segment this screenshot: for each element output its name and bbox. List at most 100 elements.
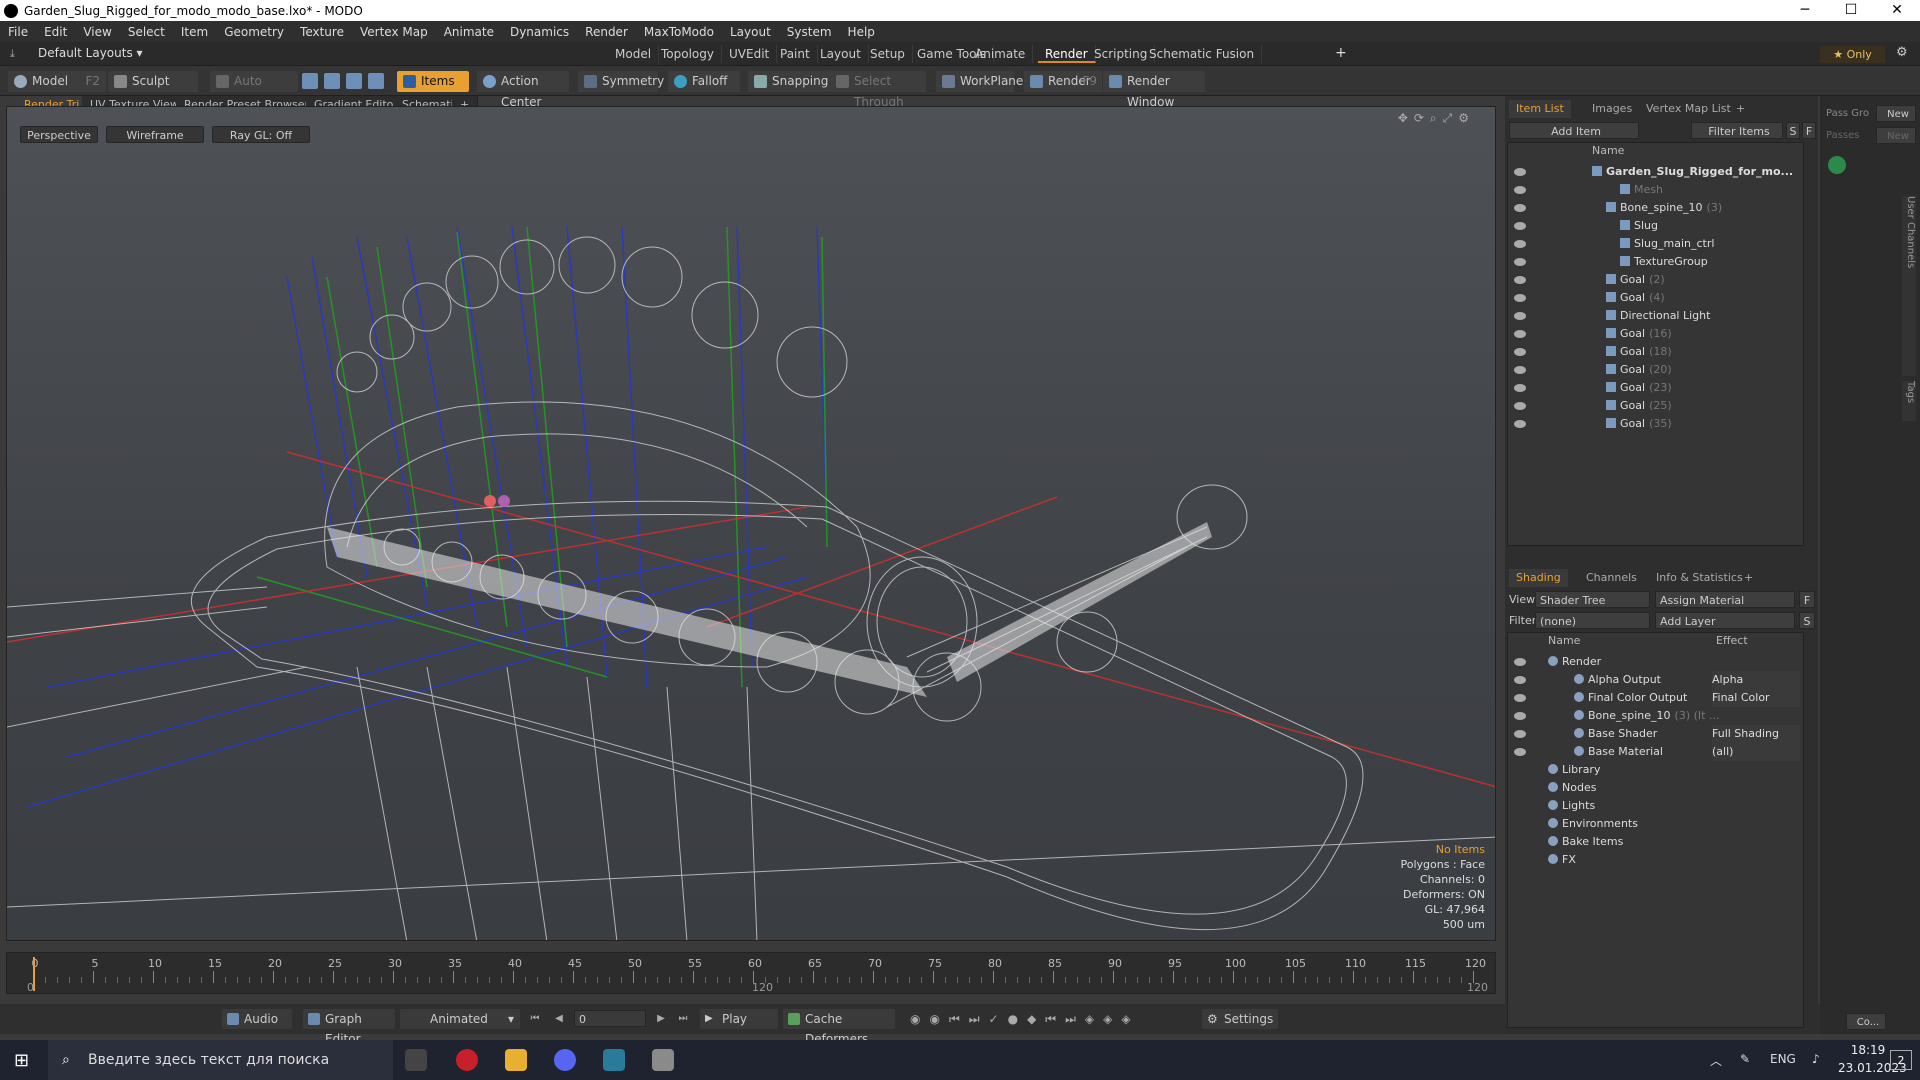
menu-vertex-map[interactable]: Vertex Map — [352, 25, 436, 39]
shader-row[interactable]: Alpha Output — [1574, 671, 1661, 689]
item-tab-item-list[interactable]: Item List — [1509, 100, 1571, 118]
3d-viewport[interactable]: No Items Polygons : Face Channels: 0 Deform… — [6, 106, 1496, 941]
menu-view[interactable]: View — [75, 25, 119, 39]
edge-mode-icon[interactable] — [324, 73, 340, 89]
prev-frame-icon[interactable]: ◀ — [552, 1012, 566, 1026]
item-s-button[interactable]: S — [1786, 122, 1800, 139]
gear-icon[interactable]: ⚙ — [1896, 45, 1908, 60]
frame-input[interactable]: 0 — [574, 1010, 646, 1027]
item-row[interactable]: Bone_spine_10 (3) — [1606, 199, 1722, 217]
timeline[interactable]: 0 5 10 15 20 25 30 35 40 45 50 55 60 65 70 75 80 85 90 95 10… — [6, 952, 1496, 994]
vertex-mode-icon[interactable] — [302, 73, 318, 89]
taskbar-search[interactable]: ⌕ Введите здесь текст для поиска — [48, 1040, 393, 1080]
view-dropdown[interactable]: Shader Tree — [1535, 591, 1650, 608]
shader-row[interactable]: Nodes — [1548, 779, 1596, 797]
item-tab--[interactable]: + — [1729, 100, 1752, 118]
new-pass-group-button[interactable]: New — [1876, 105, 1916, 122]
layout-tab-paint[interactable]: Paint — [773, 45, 818, 63]
symmetry-button[interactable]: Symmetry — [578, 71, 664, 92]
layout-tab-layout[interactable]: Layout — [813, 45, 869, 63]
add-item-dropdown[interactable]: Add Item — [1509, 122, 1639, 139]
visibility-eye-icon[interactable] — [1514, 186, 1526, 194]
item-tab-images[interactable]: Images — [1585, 100, 1639, 118]
shader-row[interactable]: Lights — [1548, 797, 1595, 815]
explorer-icon[interactable] — [505, 1049, 527, 1071]
shader-row[interactable]: Bone_spine_10 (3) (It ... — [1574, 707, 1719, 725]
menu-file[interactable]: File — [0, 25, 36, 39]
menu-render[interactable]: Render — [577, 25, 636, 39]
selection-mode-icons[interactable] — [302, 73, 392, 91]
item-row[interactable]: Directional Light — [1606, 307, 1710, 325]
polygon-mode-icon[interactable] — [346, 73, 362, 89]
render-button[interactable]: Render F9 — [1024, 71, 1102, 92]
auto-select-button[interactable]: Auto Select — [210, 71, 298, 109]
refresh-icon[interactable] — [1828, 156, 1846, 174]
shading-tab-info-statistics[interactable]: Info & Statistics — [1649, 569, 1750, 587]
visibility-eye-icon[interactable] — [1514, 276, 1526, 284]
maximize-button[interactable]: ☐ — [1828, 0, 1874, 21]
item-row[interactable]: Mesh — [1620, 181, 1663, 199]
visibility-eye-icon[interactable] — [1514, 402, 1526, 410]
last-frame-icon[interactable]: ⏭ — [676, 1012, 690, 1026]
wireframe-button[interactable]: Wireframe — [106, 126, 204, 143]
notification-icon[interactable]: 2 — [1890, 1050, 1912, 1070]
visibility-eye-icon[interactable] — [1514, 222, 1526, 230]
menu-layout[interactable]: Layout — [722, 25, 779, 39]
key-tool-icons[interactable]: ◉◉⏮⏭✓●◆⏮⏭◈◈◈ — [910, 1012, 1140, 1027]
select-through-button[interactable]: Select Through — [830, 71, 926, 109]
items-mode-button[interactable]: Items — [397, 71, 469, 92]
menu-animate[interactable]: Animate — [436, 25, 502, 39]
menu-help[interactable]: Help — [840, 25, 883, 39]
shading-f-button[interactable]: F — [1799, 591, 1815, 608]
visibility-eye-icon[interactable] — [1514, 240, 1526, 248]
commands-button[interactable]: Co... — [1846, 1013, 1886, 1030]
menu-item[interactable]: Item — [173, 25, 216, 39]
animated-dropdown[interactable]: Animated ▾ — [400, 1009, 520, 1029]
windows-start-icon[interactable]: ⊞ — [14, 1050, 34, 1071]
item-row[interactable]: Goal (4) — [1606, 289, 1665, 307]
menu-edit[interactable]: Edit — [36, 25, 75, 39]
layout-tab-schematic-fusion[interactable]: Schematic Fusion — [1142, 45, 1263, 63]
clock-date[interactable]: 23.01.2023 — [1838, 1061, 1907, 1075]
item-tab-vertex-map-list[interactable]: Vertex Map List — [1639, 100, 1738, 118]
next-frame-icon[interactable]: ▶ — [654, 1012, 668, 1026]
item-row[interactable]: Slug — [1620, 217, 1658, 235]
item-row[interactable]: Slug_main_ctrl — [1620, 235, 1714, 253]
item-row[interactable]: Goal (25) — [1606, 397, 1672, 415]
visibility-eye-icon[interactable] — [1514, 676, 1526, 684]
layout-tab-model[interactable]: Model — [608, 45, 660, 63]
only-toggle[interactable]: ★ Only — [1820, 46, 1885, 63]
shader-row[interactable]: Environments — [1548, 815, 1638, 833]
shader-row[interactable]: Final Color Output — [1574, 689, 1687, 707]
playhead[interactable] — [33, 957, 35, 991]
graph-editor-button[interactable]: Graph Editor — [303, 1009, 395, 1046]
shader-row[interactable]: Base Shader — [1574, 725, 1657, 743]
raygl-button[interactable]: Ray GL: Off — [212, 126, 310, 143]
sculpt-mode-button[interactable]: Sculpt — [108, 71, 198, 92]
visibility-eye-icon[interactable] — [1514, 258, 1526, 266]
add-layout-tab[interactable]: + — [1335, 45, 1347, 61]
action-center-button[interactable]: Action Center — [477, 71, 569, 109]
shading-s-button[interactable]: S — [1799, 612, 1815, 629]
layout-tab-animate[interactable]: Animate — [968, 45, 1034, 63]
shader-row[interactable]: Render — [1548, 653, 1601, 671]
visibility-eye-icon[interactable] — [1514, 168, 1526, 176]
menu-system[interactable]: System — [779, 25, 840, 39]
cache-deformers-button[interactable]: Cache Deformers — [783, 1009, 895, 1046]
modo-icon[interactable] — [603, 1049, 625, 1071]
shader-effect-dropdown[interactable]: Alpha — [1712, 671, 1800, 689]
visibility-eye-icon[interactable] — [1514, 658, 1526, 666]
shader-effect-dropdown[interactable]: (all) — [1712, 743, 1800, 761]
user-channels-tab[interactable]: User Channels — [1902, 196, 1916, 376]
layout-tab-setup[interactable]: Setup — [863, 45, 913, 63]
menu-geometry[interactable]: Geometry — [216, 25, 292, 39]
render-window-button[interactable]: Render Window — [1103, 71, 1205, 109]
item-row[interactable]: Goal (16) — [1606, 325, 1672, 343]
shader-row[interactable]: Library — [1548, 761, 1600, 779]
workplane-button[interactable]: WorkPlane — [936, 71, 1023, 92]
layout-tab-uvedit[interactable]: UVEdit — [722, 45, 778, 63]
pin-icon[interactable]: ⤓ — [10, 47, 15, 61]
item-f-button[interactable]: F — [1802, 122, 1816, 139]
snapping-button[interactable]: Snapping — [748, 71, 830, 92]
item-row[interactable]: Goal (23) — [1606, 379, 1672, 397]
